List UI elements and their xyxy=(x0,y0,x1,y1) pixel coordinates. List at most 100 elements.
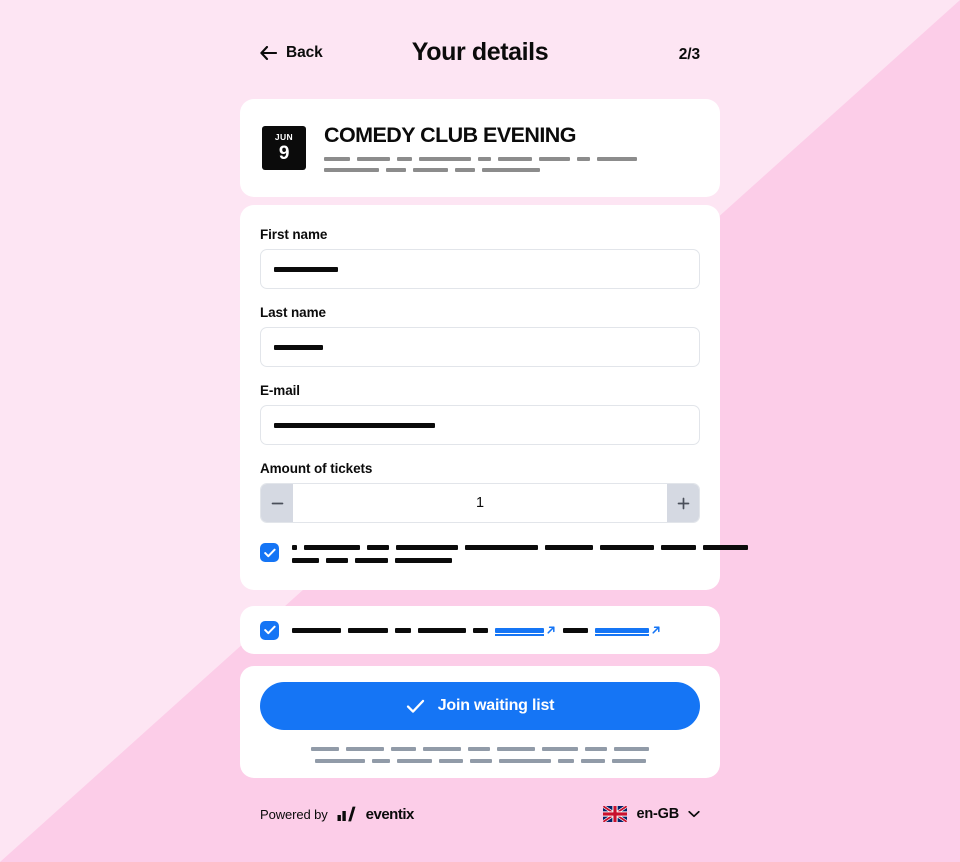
redacted-word xyxy=(292,558,319,563)
redacted-word xyxy=(423,747,461,751)
redacted-word xyxy=(396,759,432,763)
join-waiting-list-button[interactable]: Join waiting list xyxy=(260,682,700,730)
chevron-down-icon xyxy=(688,810,700,818)
redacted-word xyxy=(367,545,389,550)
terms-card xyxy=(240,606,720,654)
check-icon xyxy=(263,548,276,557)
step-counter: 2/3 xyxy=(678,46,700,63)
event-summary-card: JUN 9 COMEDY CLUB EVENING xyxy=(240,99,720,197)
terms-link[interactable] xyxy=(495,625,556,636)
event-date-day: 9 xyxy=(278,142,290,164)
redacted-word xyxy=(371,759,390,763)
event-date-month: JUN xyxy=(274,132,294,143)
eventix-brand-name: eventix xyxy=(365,805,415,823)
redacted-word xyxy=(324,156,350,161)
event-details-redacted xyxy=(324,156,698,172)
terms-checkbox[interactable] xyxy=(260,620,279,640)
redacted-value xyxy=(274,266,338,272)
terms-link[interactable] xyxy=(595,625,661,636)
submit-card: Join waiting list xyxy=(240,666,720,778)
redacted-word xyxy=(396,545,458,550)
last-name-label: Last name xyxy=(260,305,326,320)
redacted-word xyxy=(469,759,492,763)
redacted-value xyxy=(274,344,323,350)
first-name-input[interactable] xyxy=(260,249,700,289)
check-icon xyxy=(263,625,276,635)
last-name-input[interactable] xyxy=(260,327,700,367)
checkout-page: Back Your details 2/3 JUN 9 COMEDY CLUB … xyxy=(0,0,960,862)
redacted-word xyxy=(468,747,490,751)
redacted-word xyxy=(346,747,384,751)
redacted-word xyxy=(497,747,535,751)
redacted-line xyxy=(292,545,748,550)
redacted-word xyxy=(498,156,532,161)
powered-by: Powered by eventix xyxy=(260,806,414,823)
redacted-word xyxy=(455,167,475,172)
language-code: en-GB xyxy=(636,806,679,822)
terms-text-redacted xyxy=(292,625,661,636)
redacted-line xyxy=(311,747,649,751)
redacted-word xyxy=(395,627,411,633)
external-link-icon xyxy=(547,626,555,634)
event-info: COMEDY CLUB EVENING xyxy=(324,124,698,172)
redacted-line xyxy=(324,167,698,172)
redacted-word xyxy=(465,545,538,550)
email-input[interactable] xyxy=(260,405,700,445)
consent-checkbox-row xyxy=(260,542,748,563)
redacted-link-word xyxy=(495,627,544,636)
powered-by-label: Powered by xyxy=(260,806,328,822)
external-link-icon xyxy=(652,626,660,634)
redacted-word xyxy=(314,759,365,763)
redacted-word xyxy=(292,627,341,633)
page-header: Back Your details 2/3 xyxy=(240,0,720,92)
redacted-word xyxy=(580,759,605,763)
redacted-word xyxy=(597,156,637,161)
email-label: E-mail xyxy=(260,383,300,398)
redacted-word xyxy=(326,558,348,563)
redacted-word xyxy=(473,627,488,633)
redacted-word xyxy=(397,156,412,161)
details-form-card: First name Last name E-mail Amount of ti… xyxy=(240,205,748,590)
redacted-word xyxy=(357,156,390,161)
redacted-word xyxy=(391,747,416,751)
plus-icon[interactable] xyxy=(667,484,699,522)
tickets-stepper: 1 xyxy=(260,483,700,523)
redacted-word xyxy=(324,167,379,172)
plus-glyph xyxy=(677,497,689,509)
redacted-word xyxy=(419,156,471,161)
page-title: Your details xyxy=(411,38,549,66)
redacted-word xyxy=(611,759,646,763)
language-selector[interactable]: en-GB xyxy=(603,806,700,822)
consent-checkbox[interactable] xyxy=(260,543,279,562)
redacted-word xyxy=(542,747,578,751)
redacted-word xyxy=(386,167,406,172)
submit-footnote-redacted xyxy=(260,747,700,763)
redacted-line xyxy=(324,156,698,161)
redacted-word xyxy=(311,747,339,751)
tickets-quantity-value[interactable]: 1 xyxy=(293,484,667,522)
redacted-word xyxy=(661,545,696,550)
redacted-word xyxy=(418,627,466,633)
terms-checkbox-row xyxy=(260,620,700,640)
minus-icon[interactable] xyxy=(261,484,293,522)
redacted-link-word xyxy=(595,627,649,636)
join-waiting-list-label: Join waiting list xyxy=(437,697,555,714)
redacted-word xyxy=(438,759,463,763)
redacted-word xyxy=(348,627,388,633)
redacted-word xyxy=(614,747,649,751)
redacted-word xyxy=(413,167,448,172)
redacted-word xyxy=(482,167,540,172)
tickets-label: Amount of tickets xyxy=(260,461,373,476)
first-name-label: First name xyxy=(260,227,328,242)
eventix-logo-icon xyxy=(337,806,356,822)
check-icon xyxy=(406,699,424,713)
redacted-word xyxy=(557,759,574,763)
redacted-line xyxy=(292,558,748,563)
redacted-word xyxy=(498,759,551,763)
redacted-word xyxy=(395,558,452,563)
redacted-word xyxy=(703,545,748,550)
redacted-word xyxy=(545,545,593,550)
redacted-word xyxy=(304,545,360,550)
redacted-word xyxy=(577,156,590,161)
event-date-badge: JUN 9 xyxy=(262,126,306,170)
